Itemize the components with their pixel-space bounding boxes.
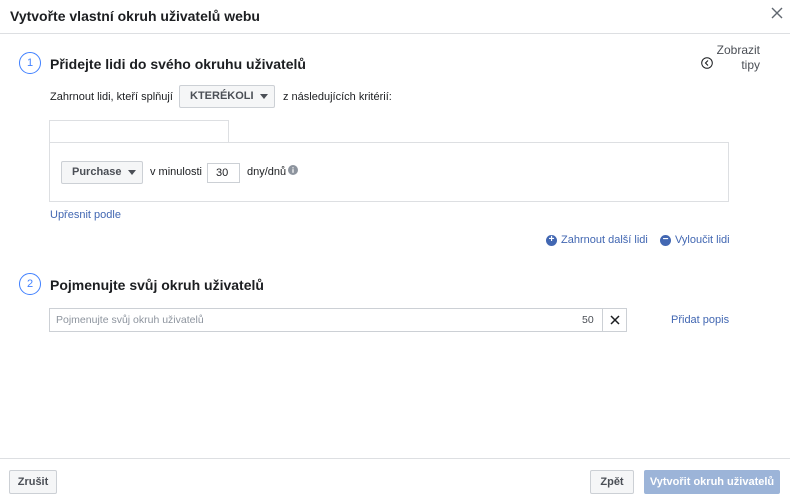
audience-name-field[interactable]: Pojmenujte svůj okruh uživatelů 50 [49,308,627,332]
clear-icon[interactable] [608,313,622,327]
chevron-left-icon [701,57,713,69]
include-prefix-text: Zahrnout lidi, kteří splňují [50,91,173,103]
include-suffix-text: z následujících kritérií: [283,91,392,103]
include-more-label: Zahrnout další lidi [561,234,648,246]
match-type-dropdown[interactable]: KTERÉKOLI [179,85,275,108]
create-audience-button[interactable]: Vytvořit okruh uživatelů [644,470,780,494]
tips-label-line1: Zobrazit [716,43,760,57]
criteria-tab[interactable] [49,120,229,142]
dialog-header: Vytvořte vlastní okruh uživatelů webu [0,0,790,34]
show-tips-toggle[interactable]: Zobrazit tipy [700,43,760,73]
cancel-button[interactable]: Zrušit [9,470,57,494]
event-label: Purchase [72,166,122,178]
step-2-indicator: 2 [19,273,41,295]
dialog-title: Vytvořte vlastní okruh uživatelů webu [10,8,260,24]
minus-circle-icon: − [660,234,671,246]
step-1-indicator: 1 [19,52,41,74]
back-button[interactable]: Zpět [590,470,634,494]
step-1-title: Přidejte lidi do svého okruhu uživatelů [50,56,306,72]
audience-name-placeholder: Pojmenujte svůj okruh uživatelů [56,314,204,326]
refine-by-link[interactable]: Upřesnit podle [50,209,121,221]
exclude-label: Vyloučit lidi [675,234,730,246]
days-unit-text: dny/dnů [247,166,287,178]
field-divider [602,309,603,331]
exclude-people-button[interactable]: − Vyloučit lidi [660,234,730,246]
char-counter: 50 [582,314,594,326]
chevron-down-icon [259,93,268,99]
in-last-text: v minulosti [150,166,202,178]
plus-circle-icon: + [546,234,557,246]
close-icon[interactable] [770,6,784,20]
step-2-title: Pojmenujte svůj okruh uživatelů [50,277,264,293]
match-type-label: KTERÉKOLI [190,90,254,102]
days-input[interactable]: 30 [207,163,240,183]
add-description-link[interactable]: Přidat popis [671,314,729,326]
info-icon[interactable] [288,165,298,175]
chevron-down-icon [127,169,136,175]
footer-divider [0,458,790,459]
event-dropdown[interactable]: Purchase [61,161,143,184]
include-more-people-button[interactable]: + Zahrnout další lidi [546,234,648,246]
